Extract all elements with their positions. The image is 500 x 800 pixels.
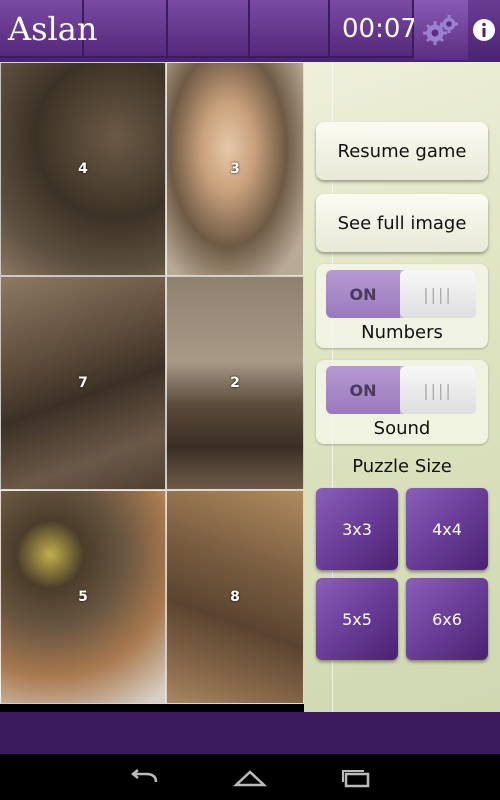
tile-number: 3 bbox=[230, 161, 240, 177]
numbers-switch[interactable]: ON |||| bbox=[326, 270, 476, 318]
back-icon bbox=[130, 769, 158, 783]
switch-knob: |||| bbox=[400, 270, 476, 318]
size-3x3-button[interactable]: 3x3 bbox=[316, 488, 398, 570]
tile-number: 8 bbox=[230, 589, 240, 605]
app-title: Aslan bbox=[8, 10, 98, 48]
puzzle-tile[interactable]: 2 bbox=[166, 276, 304, 490]
settings-button[interactable] bbox=[414, 0, 468, 60]
puzzle-tile[interactable]: 8 bbox=[166, 490, 304, 704]
puzzle-tile[interactable]: 7 bbox=[0, 276, 166, 490]
tile-number: 2 bbox=[230, 375, 240, 391]
tile-number: 5 bbox=[78, 589, 88, 605]
system-nav-bar bbox=[0, 754, 500, 800]
sound-toggle-card: ON |||| Sound bbox=[316, 360, 488, 444]
home-button[interactable] bbox=[230, 766, 270, 790]
tile-number: 4 bbox=[78, 161, 88, 177]
size-5x5-button[interactable]: 5x5 bbox=[316, 578, 398, 660]
info-icon bbox=[473, 19, 495, 41]
tile-number: 7 bbox=[78, 375, 88, 391]
puzzle-tile[interactable]: 4 bbox=[0, 62, 166, 276]
switch-knob: |||| bbox=[400, 366, 476, 414]
recent-apps-button[interactable] bbox=[336, 766, 376, 790]
size-4x4-button[interactable]: 4x4 bbox=[406, 488, 488, 570]
numbers-label: Numbers bbox=[361, 322, 443, 343]
info-button[interactable] bbox=[470, 10, 498, 50]
switch-on-label: ON bbox=[326, 270, 400, 318]
numbers-toggle-card: ON |||| Numbers bbox=[316, 264, 488, 348]
puzzle-tile[interactable]: 3 bbox=[166, 62, 304, 276]
top-bar: Aslan 00:07 bbox=[0, 0, 500, 62]
puzzle-size-label: Puzzle Size bbox=[352, 456, 452, 477]
switch-on-label: ON bbox=[326, 366, 400, 414]
game-timer: 00:07 bbox=[342, 14, 417, 44]
gear-icon bbox=[423, 15, 458, 45]
top-bar-segment bbox=[250, 0, 330, 58]
puzzle-tile[interactable]: 5 bbox=[0, 490, 166, 704]
top-bar-segment bbox=[168, 0, 250, 58]
sound-label: Sound bbox=[373, 418, 431, 439]
back-button[interactable] bbox=[124, 766, 164, 790]
puzzle-board: 4 3 7 2 5 8 bbox=[0, 62, 304, 710]
home-icon bbox=[233, 770, 267, 787]
bottom-bar bbox=[0, 712, 500, 754]
size-6x6-button[interactable]: 6x6 bbox=[406, 578, 488, 660]
sound-switch[interactable]: ON |||| bbox=[326, 366, 476, 414]
recent-apps-icon bbox=[342, 770, 370, 788]
resume-game-button[interactable]: Resume game bbox=[316, 122, 488, 180]
see-full-image-button[interactable]: See full image bbox=[316, 194, 488, 252]
